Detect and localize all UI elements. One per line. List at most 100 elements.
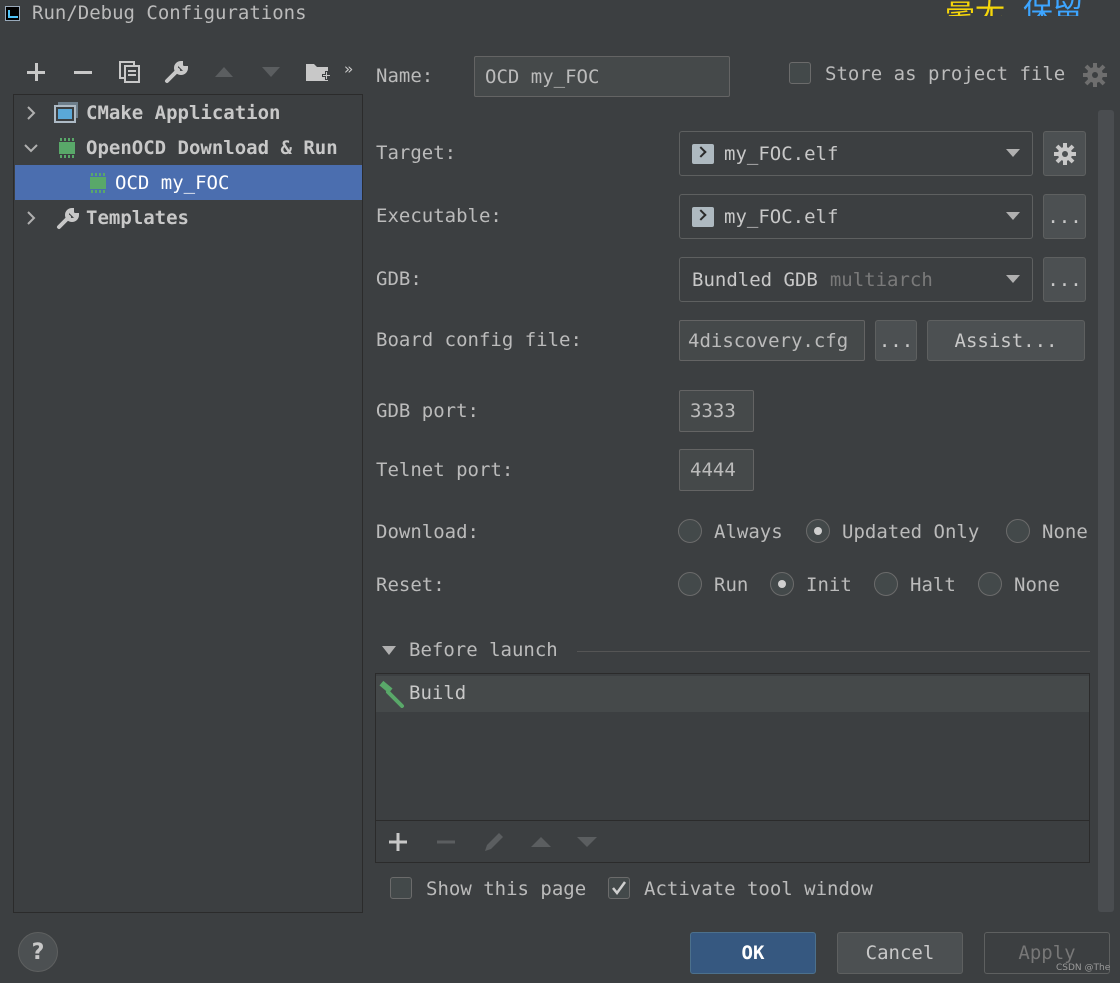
reset-none-label: None — [1014, 574, 1060, 596]
more-actions-chevron-icon[interactable]: » — [344, 60, 353, 78]
board-config-value: 4discovery.cfg — [688, 329, 849, 352]
assist-button[interactable]: Assist... — [927, 320, 1085, 361]
copy-configuration-button[interactable] — [114, 56, 146, 88]
chevron-down-icon — [1006, 149, 1020, 157]
executable-value: my_FOC.elf — [724, 205, 839, 228]
board-config-field[interactable]: 4discovery.cfg — [679, 320, 865, 361]
store-as-project-file-checkbox[interactable] — [789, 62, 811, 84]
chevron-down-icon — [1006, 212, 1020, 220]
gear-icon — [1053, 142, 1076, 165]
arrow-up-icon[interactable] — [530, 835, 552, 849]
section-divider — [577, 651, 1090, 652]
window-title: Run/Debug Configurations — [32, 2, 307, 24]
before-launch-item-label: Build — [409, 682, 467, 704]
board-config-label: Board config file: — [376, 329, 582, 351]
tree-item-label: CMake Application — [86, 101, 281, 124]
executable-icon — [692, 143, 714, 164]
checkmark-icon — [612, 881, 627, 896]
minus-icon — [74, 71, 92, 74]
activate-tool-window-label: Activate tool window — [644, 878, 873, 900]
gdb-value: Bundled GDB — [692, 268, 818, 291]
tree-item-ocd-my-foc[interactable]: OCD my_FOC — [15, 165, 362, 200]
executable-browse-button[interactable]: ... — [1043, 194, 1086, 239]
tree-item-openocd-download-run[interactable]: OpenOCD Download & Run — [14, 130, 362, 165]
arrow-down-icon[interactable] — [576, 835, 598, 849]
reset-init-radio[interactable] — [770, 572, 794, 596]
title-bar: Run/Debug Configurations 毫无保留 — [0, 0, 1120, 30]
show-this-page-label: Show this page — [426, 878, 587, 900]
download-updated-only-label: Updated Only — [842, 521, 980, 543]
name-field[interactable]: OCD my_FOC — [474, 56, 730, 97]
gdb-browse-button[interactable]: ... — [1043, 257, 1086, 302]
download-none-label: None — [1042, 521, 1088, 543]
plus-icon — [27, 63, 45, 81]
minus-icon[interactable] — [436, 832, 456, 852]
target-dropdown[interactable]: my_FOC.elf — [679, 131, 1033, 176]
ok-button[interactable]: OK — [690, 932, 816, 974]
activate-tool-window-checkbox[interactable] — [608, 877, 630, 899]
move-down-button[interactable] — [255, 56, 287, 88]
tree-item-cmake-application[interactable]: CMake Application — [14, 95, 362, 130]
executable-dropdown[interactable]: my_FOC.elf — [679, 194, 1033, 239]
form-scrollbar[interactable] — [1098, 110, 1114, 912]
watermark: CSDN @The — [1056, 963, 1111, 973]
download-updated-only-radio[interactable] — [806, 519, 830, 543]
help-button[interactable]: ? — [18, 932, 58, 972]
before-launch-toolbar — [376, 820, 1089, 862]
download-always-radio[interactable] — [678, 519, 702, 543]
cancel-button[interactable]: Cancel — [837, 932, 963, 974]
remove-configuration-button[interactable] — [67, 56, 99, 88]
app-icon — [5, 6, 20, 21]
chevron-right-icon — [27, 106, 36, 120]
gdb-label: GDB: — [376, 268, 422, 290]
new-folder-button[interactable] — [302, 56, 334, 88]
download-always-label: Always — [714, 521, 783, 543]
gear-icon[interactable] — [1082, 62, 1108, 88]
download-label: Download: — [376, 521, 479, 543]
gdb-port-field[interactable]: 3333 — [679, 390, 754, 432]
edit-templates-button[interactable] — [161, 56, 193, 88]
reset-halt-radio[interactable] — [874, 572, 898, 596]
name-label: Name: — [376, 65, 434, 87]
tree-item-templates[interactable]: Templates — [14, 200, 362, 235]
store-as-project-file-label: Store as project file — [825, 63, 1066, 85]
reset-none-radio[interactable] — [978, 572, 1002, 596]
gdb-port-label: GDB port: — [376, 400, 479, 422]
collapse-triangle-icon[interactable] — [380, 644, 398, 658]
gdb-dropdown[interactable]: Bundled GDB multiarch — [679, 257, 1033, 302]
show-this-page-checkbox[interactable] — [390, 877, 412, 899]
corner-artwork: 毫无保留 — [945, 0, 1120, 16]
telnet-port-field[interactable]: 4444 — [679, 449, 754, 491]
chip-icon — [59, 138, 75, 158]
target-settings-button[interactable] — [1043, 131, 1086, 176]
chevron-right-icon — [27, 211, 36, 225]
reset-init-label: Init — [806, 574, 852, 596]
plus-icon[interactable] — [388, 832, 408, 852]
tree-item-label: Templates — [86, 206, 189, 229]
download-none-radio[interactable] — [1006, 519, 1030, 543]
wrench-icon — [57, 207, 80, 229]
pencil-icon[interactable] — [482, 830, 506, 854]
reset-run-label: Run — [714, 574, 749, 596]
chevron-down-icon — [24, 144, 38, 153]
gdb-hint: multiarch — [829, 268, 933, 291]
telnet-port-label: Telnet port: — [376, 459, 514, 481]
folder-add-icon — [306, 64, 331, 81]
before-launch-item-build[interactable]: Build — [376, 676, 1089, 712]
board-config-browse-button[interactable]: ... — [875, 320, 917, 361]
add-configuration-button[interactable] — [20, 56, 52, 88]
copy-icon — [119, 61, 140, 83]
before-launch-list: Build — [375, 673, 1090, 863]
target-value: my_FOC.elf — [724, 142, 839, 165]
move-up-button[interactable] — [208, 56, 240, 88]
arrow-up-icon — [215, 67, 233, 77]
reset-halt-label: Halt — [910, 574, 956, 596]
chip-icon — [90, 173, 106, 193]
wrench-icon — [165, 60, 189, 83]
target-label: Target: — [376, 142, 457, 164]
tree-item-label: OCD my_FOC — [115, 171, 230, 194]
reset-run-radio[interactable] — [678, 572, 702, 596]
executable-icon — [692, 206, 714, 227]
arrow-down-icon — [262, 67, 280, 77]
reset-label: Reset: — [376, 574, 445, 596]
